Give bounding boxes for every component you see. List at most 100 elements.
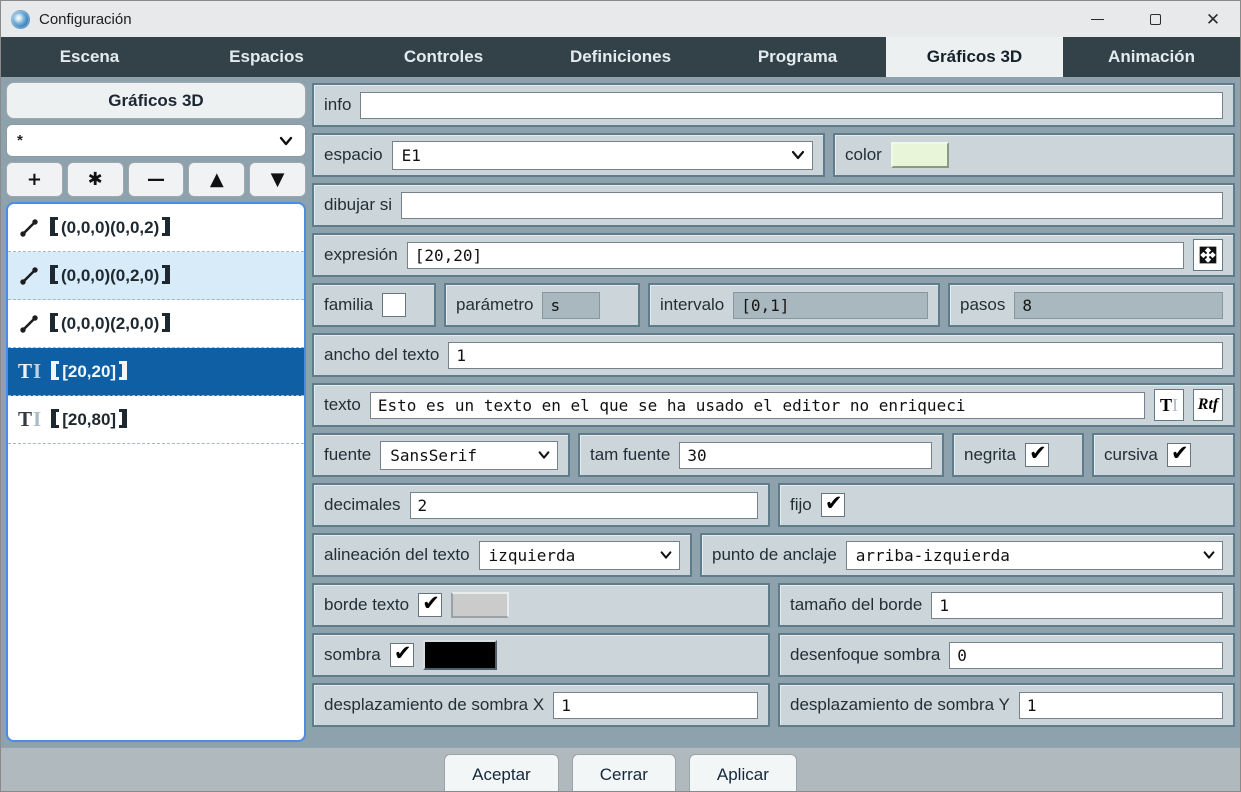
text-editor-icon: TI [1160,395,1178,416]
anclaje-label: punto de anclaje [712,545,837,565]
filter-dropdown[interactable]: * [6,124,306,157]
graphics-list: (0,0,0)(0,0,2) (0,0,0)(0,2,0) (0,0,0)(2,… [6,202,306,742]
list-item-segment-3[interactable]: (0,0,0)(2,0,0) [8,300,304,348]
item-label: [20,80] [51,409,127,430]
move-up-button[interactable]: ▲ [188,162,245,197]
aplicar-button[interactable]: Aplicar [689,754,797,791]
espacio-select[interactable]: E1 [392,141,813,170]
parametro-label: parámetro [456,295,533,315]
plain-text-editor-button[interactable]: TI [1154,389,1184,421]
parametro-input [542,292,600,319]
expand-icon [1197,244,1219,266]
minimize-button[interactable] [1090,12,1104,26]
negrita-label: negrita [964,445,1016,465]
tab-graficos-3d[interactable]: Gráficos 3D [886,37,1063,77]
familia-checkbox[interactable] [382,293,406,317]
despl-y-label: desplazamiento de sombra Y [790,695,1010,715]
borde-texto-checkbox[interactable]: ✔ [418,593,442,617]
chevron-down-icon [659,548,673,562]
list-item-segment-2[interactable]: (0,0,0)(0,2,0) [8,252,304,300]
tab-espacios[interactable]: Espacios [178,37,355,77]
pasos-label: pasos [960,295,1005,315]
item-label: [20,20] [51,361,127,382]
list-item-segment-1[interactable]: (0,0,0)(0,0,2) [8,204,304,252]
desenfoque-label: desenfoque sombra [790,645,940,665]
tab-escena[interactable]: Escena [1,37,178,77]
anclaje-select[interactable]: arriba-izquierda [846,541,1223,570]
espacio-label: espacio [324,145,383,165]
info-input[interactable] [360,92,1223,119]
filter-value: * [17,132,23,149]
list-item-text-1[interactable]: TI [20,20] [8,348,304,396]
chevron-down-icon [790,147,806,163]
title-bar: Configuración ✕ [1,1,1240,37]
fijo-label: fijo [790,495,812,515]
expand-expression-button[interactable] [1193,239,1223,271]
move-down-button[interactable]: ▼ [249,162,306,197]
ancho-texto-label: ancho del texto [324,345,439,365]
segment-icon [18,217,40,239]
desenfoque-input[interactable] [949,642,1223,669]
despl-x-label: desplazamiento de sombra X [324,695,544,715]
graphics-list-panel: Gráficos 3D * + ✱ — ▲ ▼ (0,0,0) [1,77,311,747]
tab-definiciones[interactable]: Definiciones [532,37,709,77]
decimales-input[interactable] [410,492,758,519]
tamano-borde-label: tamaño del borde [790,595,922,615]
list-toolbar: + ✱ — ▲ ▼ [6,162,306,197]
aceptar-button[interactable]: Aceptar [444,754,559,791]
cursiva-label: cursiva [1104,445,1158,465]
borde-texto-color-swatch[interactable] [451,592,509,618]
borde-texto-label: borde texto [324,595,409,615]
remove-button[interactable]: — [128,162,185,197]
item-label: (0,0,0)(2,0,0) [50,313,170,334]
intervalo-label: intervalo [660,295,724,315]
add-button[interactable]: + [6,162,63,197]
configuracion-window: Configuración ✕ Escena Espacios Controle… [0,0,1241,792]
maximize-button[interactable] [1148,12,1162,26]
tam-fuente-input[interactable] [679,442,932,469]
tab-programa[interactable]: Programa [709,37,886,77]
close-icon: ✕ [1206,11,1220,28]
sombra-label: sombra [324,645,381,665]
properties-panel: info espacio E1 color [311,77,1240,747]
despl-y-input[interactable] [1019,692,1223,719]
tamano-borde-input[interactable] [931,592,1223,619]
fuente-select[interactable]: SansSerif [380,441,558,470]
sombra-color-swatch[interactable] [423,640,497,670]
ancho-texto-input[interactable] [448,342,1223,369]
tab-bar: Escena Espacios Controles Definiciones P… [1,37,1240,77]
app-logo-icon [11,10,30,29]
cerrar-button[interactable]: Cerrar [572,754,676,791]
tab-controles[interactable]: Controles [355,37,532,77]
text-icon: TI [18,409,41,430]
tab-animacion[interactable]: Animación [1063,37,1240,77]
dibujar-si-input[interactable] [401,192,1223,219]
alineacion-select[interactable]: izquierda [479,541,680,570]
chevron-down-icon [537,448,551,462]
fijo-checkbox[interactable]: ✔ [821,493,845,517]
item-label: (0,0,0)(0,2,0) [50,265,170,286]
list-item-text-2[interactable]: TI [20,80] [8,396,304,444]
chevron-down-icon [277,132,295,150]
familia-label: familia [324,295,373,315]
texto-input[interactable] [370,392,1145,419]
panel-title: Gráficos 3D [6,82,306,119]
color-label: color [845,145,882,165]
minimize-icon [1091,19,1104,20]
intervalo-input [733,292,928,319]
chevron-down-icon [1202,548,1216,562]
window-title: Configuración [39,11,132,28]
rtf-editor-button[interactable]: Rtf [1193,389,1223,421]
duplicate-button[interactable]: ✱ [67,162,124,197]
segment-icon [18,313,40,335]
color-swatch[interactable] [891,142,949,168]
cursiva-checkbox[interactable]: ✔ [1167,443,1191,467]
close-button[interactable]: ✕ [1206,12,1220,26]
negrita-checkbox[interactable]: ✔ [1025,443,1049,467]
tam-fuente-label: tam fuente [590,445,670,465]
pasos-input [1014,292,1223,319]
expresion-input[interactable] [407,242,1184,269]
despl-x-input[interactable] [553,692,758,719]
fuente-label: fuente [324,445,371,465]
sombra-checkbox[interactable]: ✔ [390,643,414,667]
